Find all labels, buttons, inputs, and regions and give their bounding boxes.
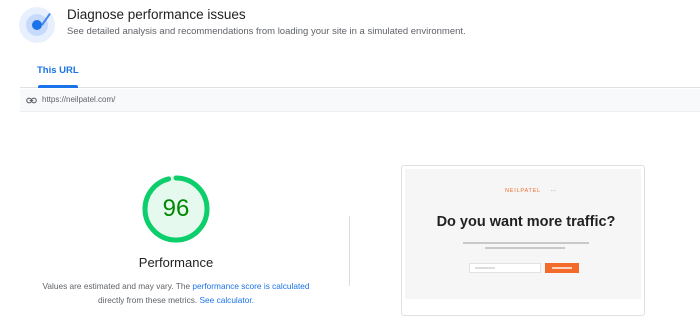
- score-calculation-link[interactable]: performance score is calculated: [192, 281, 309, 291]
- page-header: Diagnose performance issues See detailed…: [0, 0, 700, 48]
- site-analyze-button: [545, 263, 579, 273]
- metrics-note: Values are estimated and may vary. The p…: [20, 279, 332, 307]
- see-calculator-link[interactable]: See calculator.: [200, 295, 254, 305]
- note-text: Values are estimated and may vary. The: [42, 281, 191, 291]
- active-tab-indicator: [38, 85, 78, 88]
- url-bar: https://neilpatel.com/: [20, 89, 700, 112]
- site-logo: NEILPATEL: [505, 188, 542, 194]
- site-url-input: [469, 263, 541, 273]
- site-subtext-line: [463, 242, 589, 244]
- tested-url[interactable]: https://neilpatel.com/: [42, 95, 115, 104]
- tab-this-url[interactable]: This URL: [37, 65, 79, 76]
- section-title: Diagnose performance issues: [67, 7, 246, 22]
- site-headline: Do you want more traffic?: [436, 214, 616, 230]
- note-text-2: directly from these metrics.: [98, 295, 198, 305]
- lab-icon: [19, 7, 55, 43]
- screenshot-image: NEILPATEL ▪ ▪ Do you want more traffic?: [405, 169, 641, 299]
- site-subtext-line: [485, 247, 565, 249]
- section-subtitle: See detailed analysis and recommendation…: [67, 26, 466, 37]
- performance-label: Performance: [138, 255, 214, 270]
- page-screenshot-preview: NEILPATEL ▪ ▪ Do you want more traffic?: [401, 165, 645, 316]
- link-icon: [26, 97, 37, 104]
- site-logo-extra: ▪ ▪: [551, 188, 556, 193]
- tab-bar: This URL: [20, 57, 700, 88]
- vertical-divider: [349, 216, 350, 286]
- performance-score: 96: [162, 195, 190, 222]
